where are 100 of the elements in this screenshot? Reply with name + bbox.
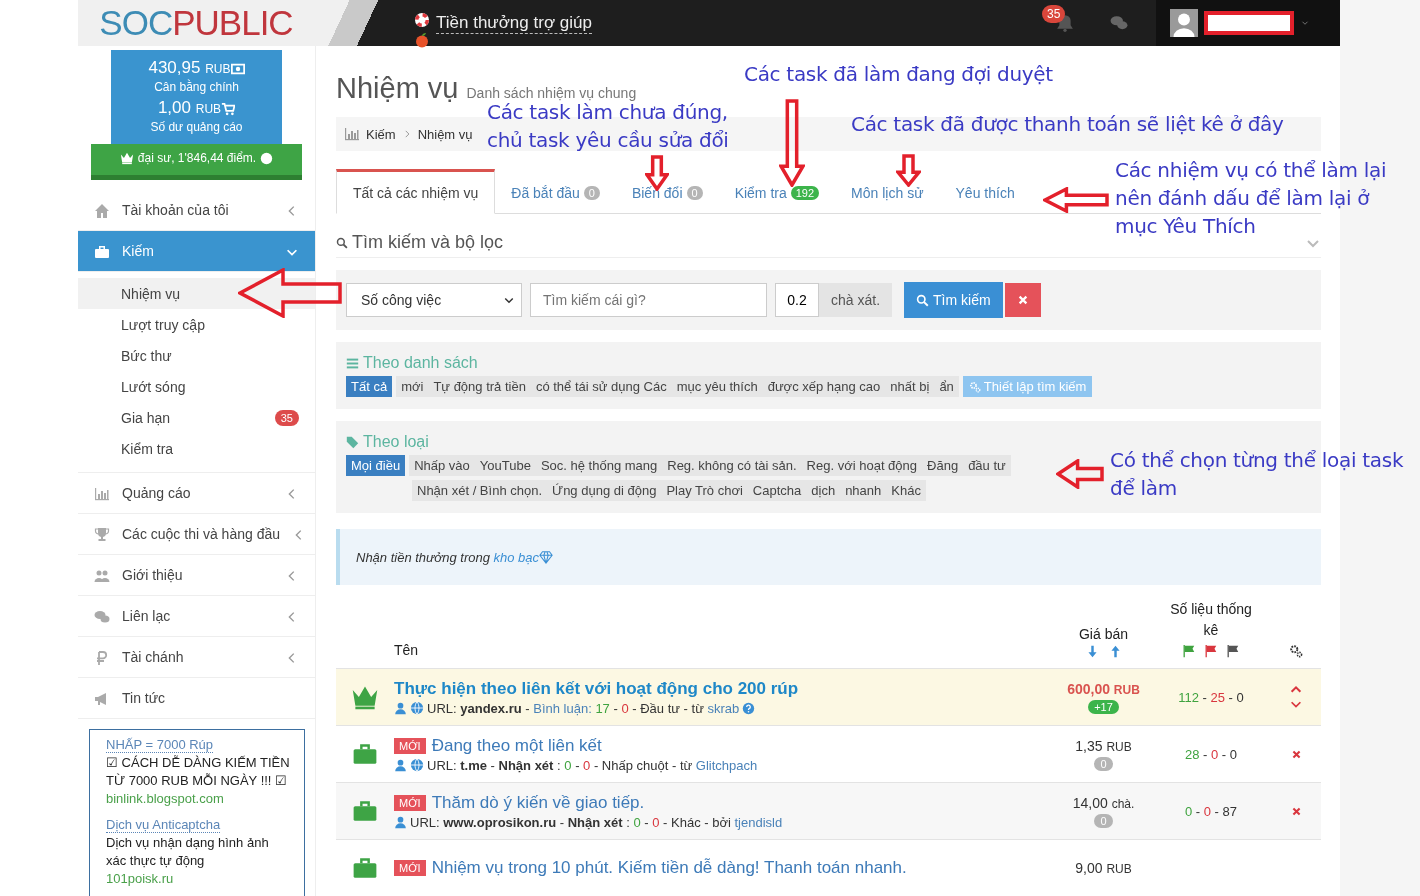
filter-chip[interactable]: Play Trò chơi bbox=[661, 480, 748, 501]
gears-icon bbox=[968, 380, 981, 393]
new-tag: MỚI bbox=[394, 794, 426, 811]
annotation-note: Có thể chọn từng thể loại task để làm bbox=[1110, 447, 1404, 502]
trophy-icon bbox=[94, 526, 110, 543]
ad-title-link[interactable]: Dịch vụ Anticaptcha bbox=[106, 817, 221, 833]
filter-chip[interactable]: Soc. hệ thống mang bbox=[535, 455, 663, 476]
task-title-link[interactable]: Đang theo một liên kết bbox=[431, 735, 602, 756]
breadcrumb-item[interactable]: Nhiệm vụ bbox=[417, 126, 473, 142]
task-title-link[interactable]: Nhiệm vụ trong 10 phút. Kiếm tiền dễ dàng! Thanh toán nhanh. bbox=[431, 858, 907, 878]
submenu-item[interactable]: Bức thư bbox=[78, 340, 315, 371]
filter-chip[interactable]: Khác bbox=[886, 480, 926, 501]
list-icon bbox=[346, 356, 359, 370]
balance-label: Số dư quảng cáo bbox=[149, 120, 244, 134]
new-tag: MỚI bbox=[394, 860, 426, 876]
sidebar-item[interactable]: Tài chánh bbox=[78, 637, 315, 678]
tab[interactable]: Tất cả các nhiệm vụ bbox=[336, 169, 496, 214]
tab[interactable]: Đã bắt đầu 0 bbox=[495, 169, 616, 214]
briefcase-icon bbox=[352, 798, 378, 824]
submenu-item[interactable]: Nhiệm vụ bbox=[78, 278, 315, 309]
filter-chip[interactable]: Nhận xét / Bình chọn. bbox=[412, 480, 548, 501]
comments-icon bbox=[94, 608, 110, 625]
annotation-arrow bbox=[1043, 187, 1109, 213]
filter-chip[interactable]: ẩn bbox=[934, 376, 959, 397]
ad-title-link[interactable]: NHẤP = 7000 Rúp bbox=[106, 737, 214, 753]
task-link[interactable]: Glitchpach bbox=[695, 757, 758, 773]
globe-icon bbox=[410, 701, 424, 715]
page-title: Nhiệm vụ bbox=[336, 72, 459, 105]
task-title-link[interactable]: Thăm dò ý kiến về giao tiếp. bbox=[431, 792, 645, 813]
filter-chip[interactable]: Nhấp vào bbox=[409, 455, 475, 476]
filter-chip[interactable]: được xếp hạng cao bbox=[762, 376, 886, 397]
filter-chip[interactable]: Mọi điều bbox=[346, 455, 406, 476]
sidebar-item[interactable]: Tin tức bbox=[78, 678, 315, 719]
annotation-note: Các nhiệm vụ có thể làm lại nên đánh dấu để làm lại ở mục Yêu Thích bbox=[1115, 157, 1387, 240]
bonus-help-link[interactable]: Tiền thưởng trợ giúp bbox=[436, 12, 592, 34]
filter-chip[interactable]: mục yêu thích bbox=[671, 376, 763, 397]
bonus-badge: 0 bbox=[1094, 756, 1113, 771]
section-title: Tìm kiếm và bộ lọc bbox=[352, 232, 504, 253]
task-link[interactable]: Bình luận: bbox=[533, 700, 596, 716]
sidebar-item[interactable]: Quảng cáo bbox=[78, 473, 315, 514]
task-link[interactable]: tjendisld bbox=[734, 814, 783, 830]
balance-label: Cân bằng chính bbox=[153, 80, 240, 94]
close-icon[interactable] bbox=[1290, 748, 1302, 760]
apple-icon bbox=[414, 32, 430, 48]
filter-chip[interactable]: YouTube bbox=[474, 455, 536, 476]
tag-icon bbox=[346, 435, 359, 449]
filter-chip[interactable]: dịch bbox=[806, 480, 841, 501]
diamond-icon bbox=[539, 550, 554, 564]
filter-chip[interactable]: nhanh bbox=[840, 480, 887, 501]
search-field[interactable]: Tìm kiếm cái gì? bbox=[530, 283, 767, 317]
briefcase-icon bbox=[94, 243, 110, 260]
bonus-badge: +17 bbox=[1088, 699, 1119, 714]
sidebar-item[interactable]: Liên lạc bbox=[78, 596, 315, 637]
filter-chip[interactable]: Tự động trả tiền bbox=[428, 376, 531, 397]
task-details: URL: t.me - Nhận xét : 0 - 0 - Nhấp chuột - từ Glitchpach bbox=[427, 757, 758, 773]
submenu-item[interactable]: Lướt sóng bbox=[78, 371, 315, 402]
filter-chip[interactable]: Tất cả bbox=[346, 376, 393, 397]
annotation-note: Các task làm chưa đúng, chủ task yêu cầu sửa đổi bbox=[487, 100, 729, 154]
clear-button[interactable] bbox=[1004, 283, 1041, 317]
tab[interactable]: Môn lịch sử bbox=[835, 169, 940, 214]
tab[interactable]: Yêu thích bbox=[939, 169, 1031, 214]
task-type-select[interactable]: Số công việc bbox=[346, 283, 522, 317]
bar-chart-icon bbox=[344, 126, 360, 142]
filter-chip[interactable]: Đăng bbox=[922, 455, 964, 476]
filter-chip[interactable]: Reg. không có tài sản. bbox=[662, 455, 802, 476]
close-icon[interactable] bbox=[1290, 805, 1302, 817]
sidebar-item[interactable]: Giới thiệu bbox=[78, 555, 315, 596]
filter-chip[interactable]: có thể tái sử dụng Các bbox=[530, 376, 672, 397]
globe-icon bbox=[410, 758, 424, 772]
ad-text: Dịch vụ nhận dạng hình ảnh xác thực tự động bbox=[106, 834, 270, 870]
annotation-note: Các task đã được thanh toán sẽ liệt kê ở đây bbox=[851, 111, 1284, 138]
task-title-link[interactable]: Thực hiện theo liên kết với hoạt động cho 200 rúp bbox=[394, 678, 799, 699]
sidebar-item[interactable]: Các cuộc thi và hàng đầu bbox=[78, 514, 315, 555]
filter-chip[interactable]: đầu tư bbox=[963, 455, 1011, 476]
logo[interactable]: SOCPUBLIC bbox=[78, 0, 414, 46]
submenu-item[interactable]: Gia hạn 35 bbox=[78, 402, 315, 433]
filter-chip[interactable]: nhất bị bbox=[885, 376, 935, 397]
lifebuoy-icon bbox=[414, 12, 430, 28]
search-icon bbox=[916, 293, 930, 307]
filter-chip[interactable]: Captcha bbox=[747, 480, 807, 501]
submenu-item[interactable]: Lượt truy cập bbox=[78, 309, 315, 340]
task-link[interactable]: skrab bbox=[707, 700, 740, 716]
settings-icon[interactable] bbox=[1289, 644, 1303, 658]
count-badge: 0 bbox=[583, 186, 600, 200]
task-details: URL: www.oprosikon.ru - Nhận xét : 0 - 0 - Khác - bởi tjendisld bbox=[410, 814, 783, 830]
cash-icon bbox=[230, 61, 245, 76]
avatar-icon[interactable] bbox=[1170, 9, 1198, 37]
tab[interactable]: Biến đổi 0 bbox=[615, 169, 719, 214]
unit-label: chà xát. bbox=[819, 283, 893, 317]
submenu-item[interactable]: Kiểm tra bbox=[78, 433, 315, 464]
user-icon bbox=[394, 758, 407, 772]
amount-field[interactable]: 0.2 bbox=[775, 283, 819, 317]
filter-chip[interactable]: Ứng dụng di động bbox=[547, 480, 662, 501]
tab[interactable]: Kiểm tra 192 bbox=[718, 169, 836, 214]
breadcrumb-item[interactable]: Kiếm bbox=[366, 126, 396, 142]
filter-chip[interactable]: mới bbox=[396, 376, 429, 397]
briefcase-icon bbox=[352, 741, 378, 767]
task-details: URL: yandex.ru - Bình luận: 17 - 0 - Đầu tư - từ skrab bbox=[427, 700, 740, 716]
bar-chart-icon bbox=[94, 485, 110, 502]
filter-chip[interactable]: Reg. với hoạt động bbox=[801, 455, 923, 476]
